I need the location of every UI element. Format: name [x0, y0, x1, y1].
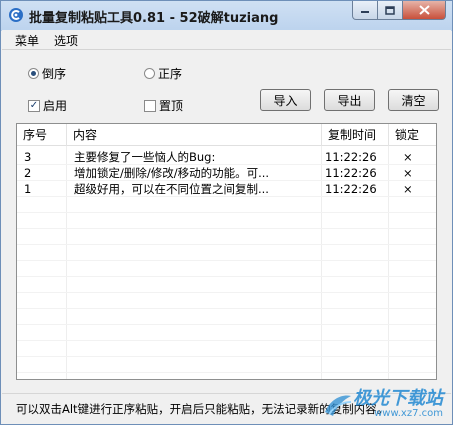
row-divider	[17, 372, 436, 373]
checkbox-enable[interactable]: ✓ 启用	[28, 97, 67, 114]
row-index: 1	[24, 182, 32, 196]
menu-bar: 菜单 选项	[2, 30, 451, 50]
row-divider	[17, 340, 436, 341]
row-divider	[17, 228, 436, 229]
watermark: 极光下载站 www.xz7.com	[323, 390, 443, 419]
table-header: 序号 内容 复制时间 锁定	[17, 124, 436, 146]
radio-reverse-label: 倒序	[42, 67, 67, 81]
maximize-button[interactable]	[378, 1, 403, 20]
checkbox-enable-label: 启用	[43, 99, 68, 113]
row-divider	[17, 212, 436, 213]
row-time: 11:22:26	[325, 166, 377, 180]
radio-reverse-indicator[interactable]	[28, 68, 39, 79]
row-content: 增加锁定/删除/修改/移动的功能。可...	[74, 166, 270, 180]
row-divider	[17, 244, 436, 245]
radio-forward-indicator[interactable]	[144, 68, 155, 79]
maximize-icon	[385, 5, 395, 15]
row-time: 11:22:26	[325, 150, 377, 164]
lock-toggle[interactable]: ×	[403, 149, 423, 165]
watermark-logo-icon	[325, 395, 352, 416]
row-content: 主要修复了一些恼人的Bug:	[74, 150, 216, 164]
row-index: 3	[24, 150, 32, 164]
row-divider	[17, 308, 436, 309]
checkbox-pin-label: 置顶	[159, 99, 184, 113]
title-bar[interactable]: 批量复制粘贴工具0.81 - 52破解tuziang	[1, 1, 452, 30]
checkbox-pin-box[interactable]	[144, 99, 156, 112]
minimize-button[interactable]	[352, 1, 378, 20]
row-divider	[17, 276, 436, 277]
table-row[interactable]: 1 超级好用，可以在不同位置之间复制... 11:22:26 ×	[17, 181, 436, 197]
row-divider	[17, 260, 436, 261]
clipboard-table[interactable]: 序号 内容 复制时间 锁定 3 主要修复了一些恼人的Bug: 11:22:26 …	[16, 123, 437, 380]
lock-toggle[interactable]: ×	[403, 165, 423, 181]
row-divider	[17, 292, 436, 293]
export-button[interactable]: 导出	[324, 89, 375, 111]
menu-item-options[interactable]: 选项	[54, 32, 78, 49]
row-index: 2	[24, 166, 32, 180]
row-divider	[17, 356, 436, 357]
menu-item-menu[interactable]: 菜单	[15, 32, 39, 49]
radio-forward-label: 正序	[158, 67, 183, 81]
app-icon	[9, 8, 23, 22]
table-row[interactable]: 3 主要修复了一些恼人的Bug: 11:22:26 ×	[17, 149, 436, 165]
window-title: 批量复制粘贴工具0.81 - 52破解tuziang	[29, 11, 279, 26]
row-divider	[17, 324, 436, 325]
row-content: 超级好用，可以在不同位置之间复制...	[74, 182, 269, 196]
clear-button[interactable]: 清空	[388, 89, 439, 111]
checkbox-pin[interactable]: 置顶	[144, 97, 183, 114]
main-panel: 倒序 正序 ✓ 启用 置顶 导入 导出 清空 序号 内容 复制时间 锁定 3 主…	[2, 51, 451, 423]
minimize-icon	[361, 11, 369, 13]
watermark-url: www.xz7.com	[374, 408, 443, 419]
header-content[interactable]: 内容	[67, 124, 322, 146]
watermark-text: 极光下载站	[353, 388, 443, 409]
header-lock[interactable]: 锁定	[389, 124, 436, 146]
import-button[interactable]: 导入	[260, 89, 311, 111]
app-window: 批量复制粘贴工具0.81 - 52破解tuziang 菜单 选项 倒序 正序 ✓	[0, 0, 453, 425]
close-icon	[418, 5, 430, 15]
close-button[interactable]	[403, 1, 446, 20]
table-row[interactable]: 2 增加锁定/删除/修改/移动的功能。可... 11:22:26 ×	[17, 165, 436, 181]
radio-reverse[interactable]: 倒序	[28, 65, 66, 82]
row-time: 11:22:26	[325, 182, 377, 196]
header-time[interactable]: 复制时间	[322, 124, 389, 146]
checkbox-enable-box[interactable]: ✓	[28, 99, 40, 112]
lock-toggle[interactable]: ×	[403, 181, 423, 197]
header-index[interactable]: 序号	[17, 124, 67, 146]
radio-forward[interactable]: 正序	[144, 65, 182, 82]
